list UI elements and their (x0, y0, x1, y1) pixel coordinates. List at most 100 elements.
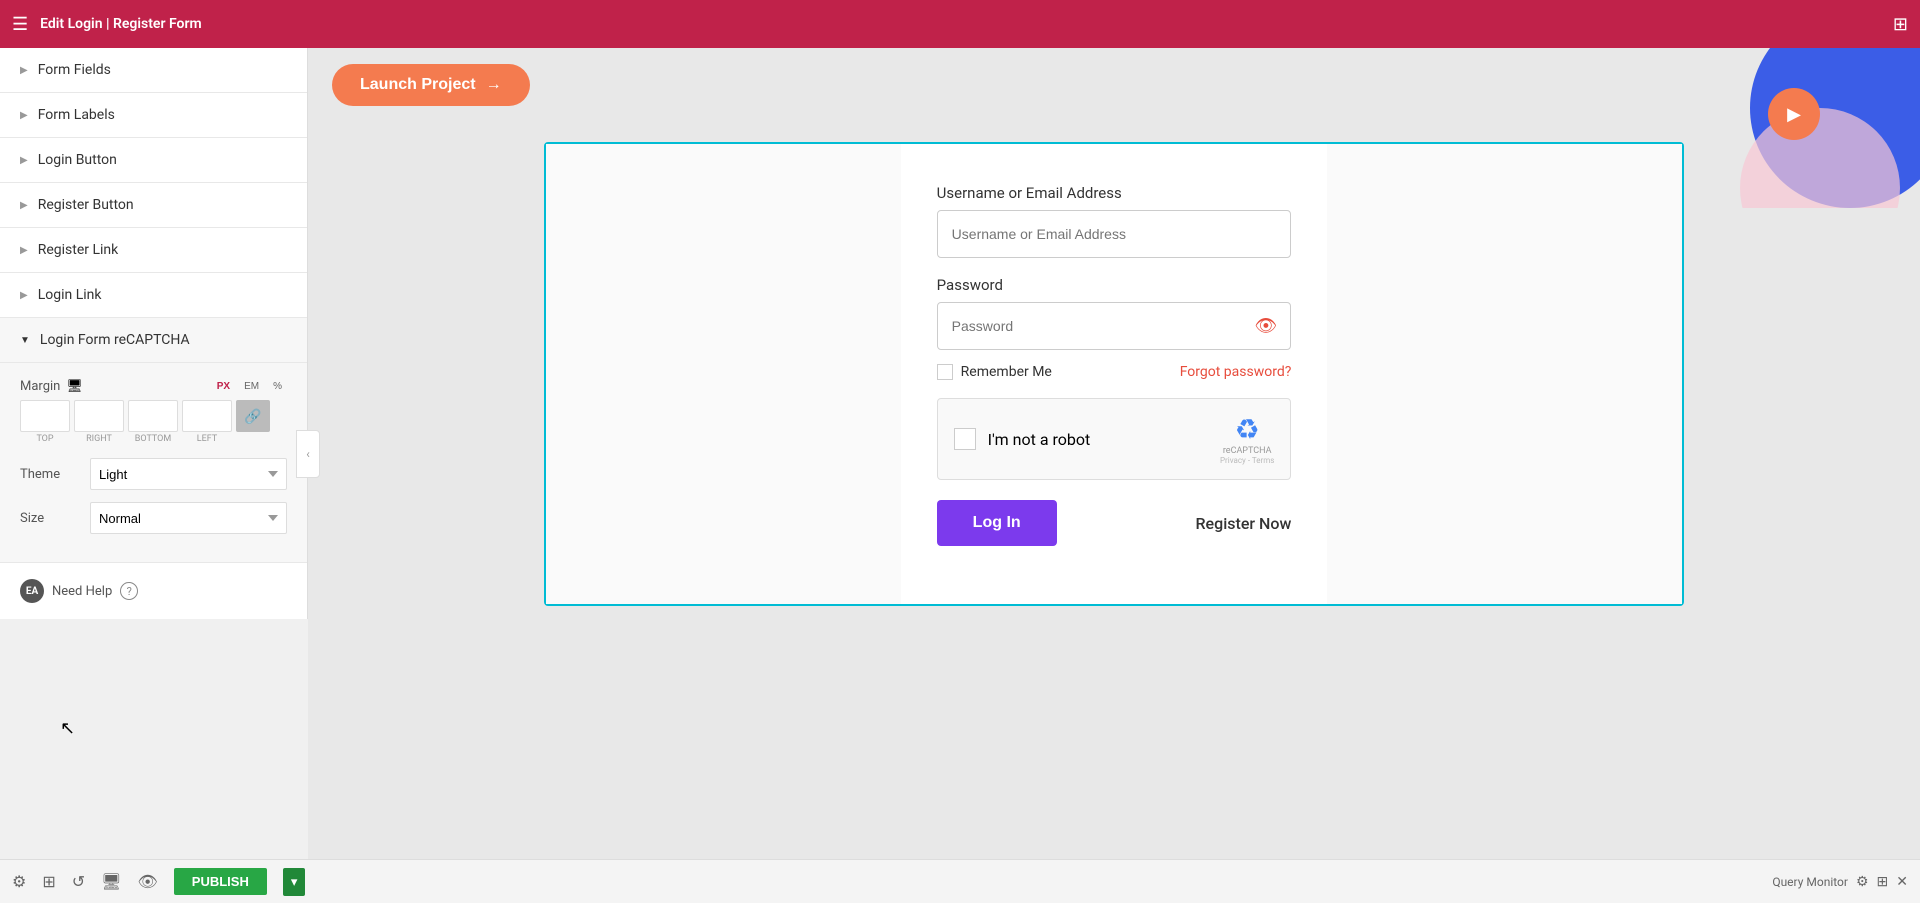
recaptcha-label: I'm not a robot (988, 430, 1091, 449)
theme-setting: Theme Light Normal Dark (20, 458, 287, 490)
recaptcha-branding: reCAPTCHA (1223, 446, 1272, 456)
chevron-right-icon: ▶ (20, 65, 28, 76)
margin-left-label: LEFT (182, 434, 232, 444)
page-title: Edit Login | Register Form (40, 16, 1881, 32)
settings-panel: Margin 🖥 PX EM % � (0, 363, 307, 563)
size-setting: Size Normal Small Large (20, 502, 287, 534)
form-preview-wrapper: Username or Email Address Password 👁 (544, 142, 1684, 606)
sidebar-wrapper: ▶ Form Fields ▶ Form Labels ▶ Login Butt… (0, 48, 308, 859)
recaptcha-left: I'm not a robot (954, 428, 1091, 450)
preview-icon[interactable]: 👁 (137, 872, 157, 891)
qm-icons: ⚙ ⊞ ✕ (1856, 874, 1908, 890)
size-label: Size (20, 511, 90, 526)
password-label: Password (937, 276, 1292, 294)
password-input[interactable] (937, 302, 1292, 350)
register-now-link[interactable]: Register Now (1195, 514, 1291, 533)
hamburger-icon[interactable]: ☰ (12, 14, 28, 35)
chevron-right-icon: ▶ (20, 110, 28, 121)
ea-badge: EA (20, 579, 44, 603)
sidebar-item-label: Register Button (38, 197, 134, 213)
bottom-toolbar: ⚙ ⊞ ↺ 🖥 👁 PUBLISH ▾ Query Monitor ⚙ ⊞ ✕ (0, 859, 1920, 903)
unit-px[interactable]: PX (212, 379, 235, 394)
chevron-right-icon: ▶ (20, 200, 28, 211)
margin-bottom-input[interactable] (128, 400, 178, 432)
publish-button[interactable]: PUBLISH (174, 868, 267, 895)
remember-left: Remember Me (937, 364, 1052, 380)
grid-icon[interactable]: ⊞ (1893, 14, 1908, 35)
margin-left-input[interactable] (182, 400, 232, 432)
history-icon[interactable]: ↺ (72, 872, 85, 891)
margin-right-label: RIGHT (74, 434, 124, 444)
form-preview-center: Username or Email Address Password 👁 (901, 144, 1328, 604)
sidebar-item-register-link[interactable]: ▶ Register Link (0, 228, 307, 273)
recaptcha-sub: Privacy - Terms (1220, 456, 1274, 465)
settings-icon[interactable]: ⚙ (12, 872, 26, 891)
sidebar-item-label: Register Link (38, 242, 119, 258)
margin-top-input[interactable] (20, 400, 70, 432)
margin-label: Margin (20, 379, 60, 394)
help-icon[interactable]: ? (120, 582, 138, 600)
margin-link-button[interactable]: 🔗 (236, 400, 270, 432)
sidebar-item-label: Login Button (38, 152, 117, 168)
monitor-icon: 🖥 (66, 379, 83, 394)
need-help-label: Need Help (52, 584, 112, 599)
query-monitor-label: Query Monitor (1772, 875, 1848, 889)
chevron-right-icon: ▶ (20, 155, 28, 166)
margin-bottom-label: BOTTOM (128, 434, 178, 444)
size-select[interactable]: Normal Small Large (90, 502, 287, 534)
recaptcha-checkbox[interactable] (954, 428, 976, 450)
sidebar-item-form-fields[interactable]: ▶ Form Fields (0, 48, 307, 93)
remember-me-checkbox[interactable] (937, 364, 953, 380)
responsive-icon[interactable]: 🖥 (101, 872, 121, 891)
margin-right-input[interactable] (74, 400, 124, 432)
qm-settings-icon[interactable]: ⚙ (1856, 874, 1869, 890)
main-layout: ▶ Form Fields ▶ Form Labels ▶ Login Butt… (0, 48, 1920, 859)
qm-expand-icon[interactable]: ⊞ (1877, 874, 1889, 890)
recaptcha-right: ♻ reCAPTCHA Privacy - Terms (1220, 413, 1274, 465)
form-preview-left (546, 144, 901, 604)
recaptcha-box: I'm not a robot ♻ reCAPTCHA Privacy - Te… (937, 398, 1292, 480)
canvas-area: ▶ Launch Project → Username or Email Add… (308, 48, 1920, 859)
theme-label: Theme (20, 467, 90, 482)
margin-labels: TOP RIGHT BOTTOM LEFT (20, 434, 287, 444)
sidebar-item-login-link[interactable]: ▶ Login Link (0, 273, 307, 318)
login-button[interactable]: Log In (937, 500, 1057, 546)
play-button[interactable]: ▶ (1768, 88, 1820, 140)
action-row: Log In Register Now (937, 500, 1292, 546)
sidebar-item-register-button[interactable]: ▶ Register Button (0, 183, 307, 228)
sidebar-item-form-labels[interactable]: ▶ Form Labels (0, 93, 307, 138)
margin-top-label: TOP (20, 434, 70, 444)
username-label: Username or Email Address (937, 184, 1292, 202)
chevron-right-icon: ▶ (20, 245, 28, 256)
qm-close-icon[interactable]: ✕ (1896, 874, 1908, 890)
eye-icon[interactable]: 👁 (1254, 316, 1277, 337)
username-input[interactable] (937, 210, 1292, 258)
decor-area: ▶ (1620, 48, 1920, 208)
sidebar: ▶ Form Fields ▶ Form Labels ▶ Login Butt… (0, 48, 308, 619)
chevron-down-icon: ▼ (20, 335, 30, 346)
sidebar-collapse-handle[interactable]: ‹ (296, 430, 320, 478)
launch-arrow-icon: → (486, 76, 502, 94)
forgot-password-link[interactable]: Forgot password? (1180, 364, 1292, 380)
unit-em[interactable]: EM (239, 379, 264, 394)
publish-arrow-button[interactable]: ▾ (283, 868, 306, 896)
margin-setting: Margin 🖥 PX EM % � (20, 379, 287, 444)
sidebar-item-label: Form Labels (38, 107, 115, 123)
launch-project-button[interactable]: Launch Project → (332, 64, 530, 106)
sidebar-item-login-button[interactable]: ▶ Login Button (0, 138, 307, 183)
remember-row: Remember Me Forgot password? (937, 364, 1292, 380)
theme-select[interactable]: Light Normal Dark (90, 458, 287, 490)
chevron-right-icon: ▶ (20, 290, 28, 301)
query-monitor-bar: Query Monitor ⚙ ⊞ ✕ (1772, 874, 1908, 890)
sidebar-item-label: Login Link (38, 287, 102, 303)
launch-project-label: Launch Project (360, 76, 476, 94)
sidebar-item-login-form-recaptcha[interactable]: ▼ Login Form reCAPTCHA (0, 318, 307, 363)
password-wrapper: 👁 (937, 302, 1292, 350)
sidebar-item-label: Form Fields (38, 62, 111, 78)
remember-me-label: Remember Me (961, 364, 1052, 380)
unit-percent[interactable]: % (268, 379, 287, 394)
layers-icon[interactable]: ⊞ (42, 872, 55, 891)
sidebar-footer: EA Need Help ? (0, 563, 307, 619)
top-bar: ☰ Edit Login | Register Form ⊞ (0, 0, 1920, 48)
recaptcha-logo-icon: ♻ (1235, 413, 1260, 446)
